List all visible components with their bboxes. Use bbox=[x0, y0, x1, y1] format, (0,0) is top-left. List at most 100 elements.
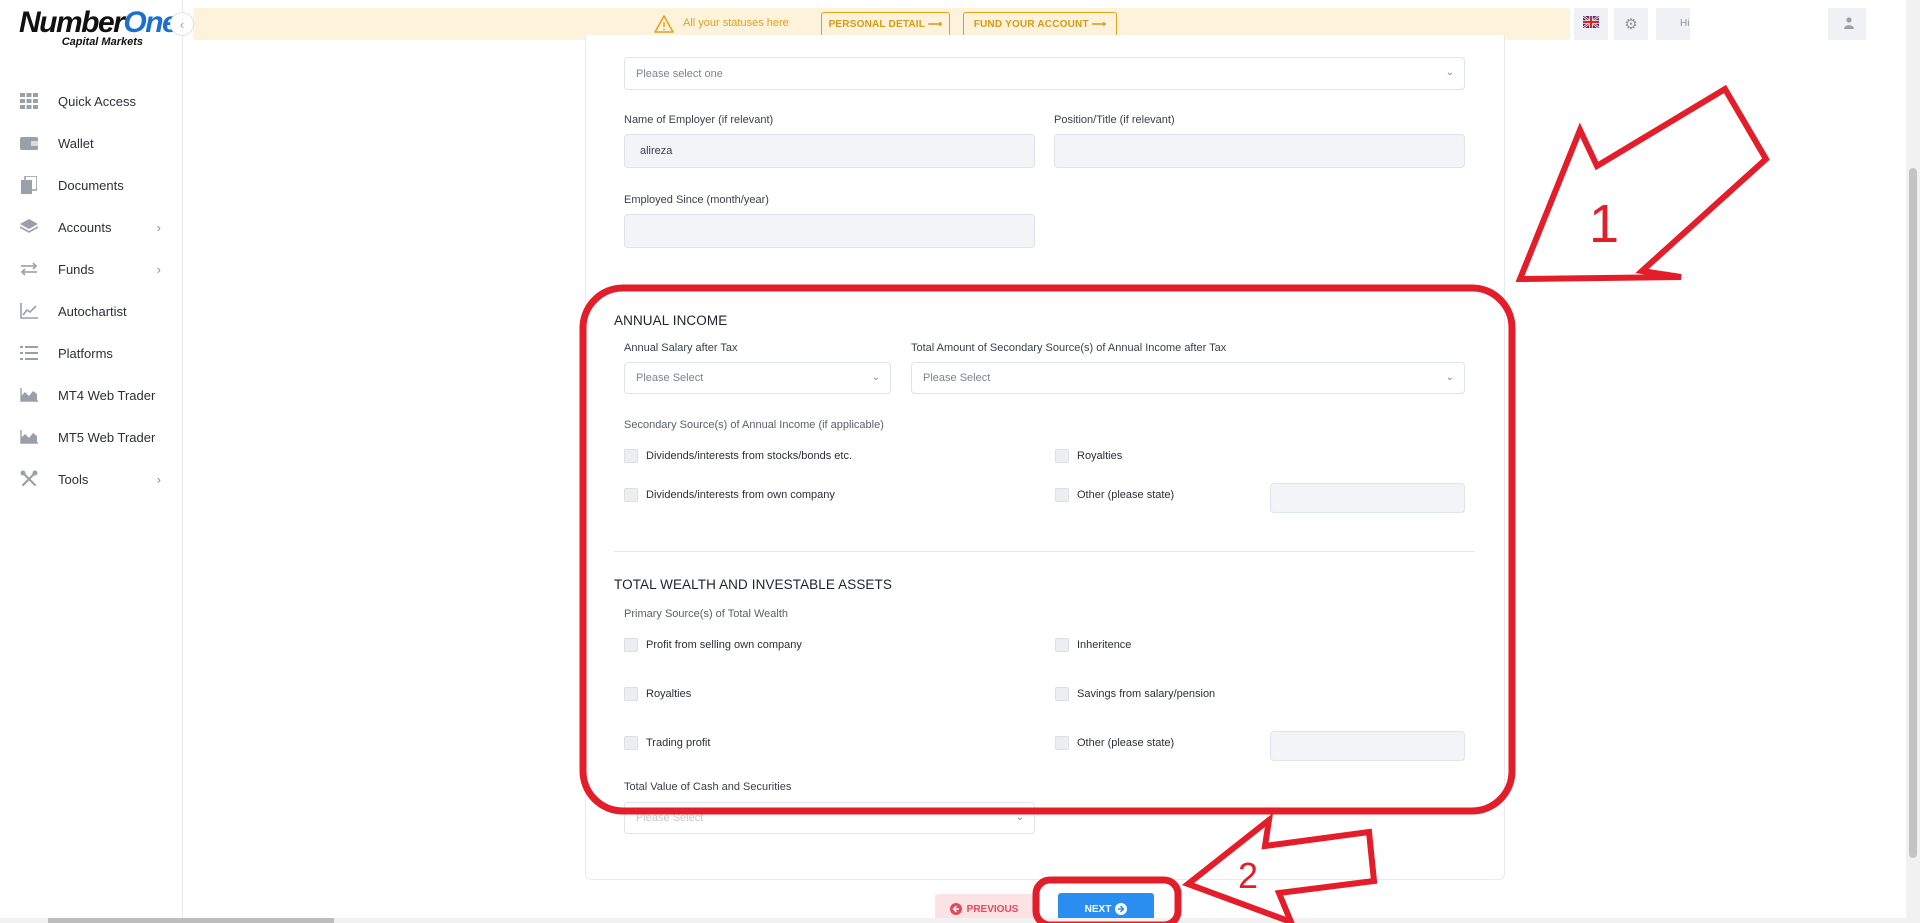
employment-status-select[interactable]: Please select one ⌄ bbox=[624, 57, 1465, 90]
trading-profit-checkbox[interactable] bbox=[624, 736, 638, 750]
sidebar-collapse-button[interactable]: ‹ bbox=[170, 12, 194, 36]
sidebar-item-label: Platforms bbox=[58, 345, 113, 361]
savings-label: Savings from salary/pension bbox=[1077, 688, 1216, 700]
other-income-input[interactable] bbox=[1270, 483, 1465, 513]
chevron-right-icon: › bbox=[156, 472, 161, 487]
selling-company-checkbox[interactable] bbox=[624, 638, 638, 652]
other-wealth-input[interactable] bbox=[1270, 731, 1465, 761]
other-wealth-label: Other (please state) bbox=[1077, 737, 1175, 749]
royalties-wealth-checkbox[interactable] bbox=[624, 687, 638, 701]
sidebar-item-wallet[interactable]: Wallet bbox=[0, 122, 183, 164]
secondary-total-select[interactable]: Please Select ⌄ bbox=[911, 362, 1465, 394]
next-label: NEXT bbox=[1084, 903, 1112, 915]
salary-label: Annual Salary after Tax bbox=[624, 342, 738, 354]
select-value: Please select one bbox=[636, 67, 723, 80]
sidebar-item-funds[interactable]: Funds › bbox=[0, 248, 183, 290]
horizontal-scrollbar[interactable] bbox=[0, 918, 1906, 923]
sidebar-item-label: Tools bbox=[58, 471, 89, 487]
annual-income-title: ANNUAL INCOME bbox=[614, 313, 728, 328]
employed-since-input[interactable] bbox=[624, 214, 1035, 248]
sidebar: NumberOne Capital Markets Quick Access W… bbox=[0, 0, 183, 923]
sidebar-item-label: Wallet bbox=[58, 135, 94, 151]
inheritence-label: Inheritence bbox=[1077, 639, 1132, 651]
sidebar-item-quick-access[interactable]: Quick Access bbox=[0, 80, 183, 122]
uk-flag-icon bbox=[1582, 15, 1600, 33]
dividends-company-checkbox[interactable] bbox=[624, 488, 638, 502]
scrollbar-thumb[interactable] bbox=[1909, 168, 1917, 858]
selling-company-label: Profit from selling own company bbox=[646, 639, 802, 651]
royalties-wealth-label: Royalties bbox=[646, 688, 692, 700]
annotation-label-1: 1 bbox=[1589, 194, 1619, 254]
inheritence-checkbox[interactable] bbox=[1055, 638, 1069, 652]
horizontal-scrollbar-thumb[interactable] bbox=[48, 918, 334, 923]
chart-line-icon bbox=[19, 302, 39, 320]
sidebar-item-label: Accounts bbox=[58, 219, 112, 235]
royalties-income-checkbox[interactable] bbox=[1055, 449, 1069, 463]
other-income-label: Other (please state) bbox=[1077, 489, 1175, 501]
total-wealth-title: TOTAL WEALTH AND INVESTABLE ASSETS bbox=[614, 577, 892, 592]
personal-detail-button[interactable]: PERSONAL DETAIL ⟶ bbox=[821, 12, 950, 37]
salary-select[interactable]: Please Select ⌄ bbox=[624, 362, 891, 394]
dividends-company-label: Dividends/interests from own company bbox=[646, 489, 835, 501]
sidebar-item-mt4-web-trader[interactable]: MT4 Web Trader bbox=[0, 374, 183, 416]
chevron-down-icon: ⌄ bbox=[1445, 372, 1454, 383]
select-value: Please Select bbox=[636, 812, 704, 824]
documents-icon bbox=[19, 176, 39, 194]
arrow-right-circle-icon bbox=[1115, 903, 1128, 915]
select-value: Please Select bbox=[923, 372, 991, 384]
sidebar-item-mt5-web-trader[interactable]: MT5 Web Trader bbox=[0, 416, 183, 458]
layers-icon bbox=[19, 218, 39, 236]
chevron-right-icon: › bbox=[156, 262, 161, 277]
brand-logo[interactable]: NumberOne Capital Markets bbox=[19, 6, 179, 52]
arrow-left-circle-icon bbox=[949, 903, 962, 915]
vertical-scrollbar[interactable] bbox=[1906, 0, 1920, 923]
wallet-icon bbox=[19, 134, 39, 152]
chevron-right-icon: › bbox=[156, 220, 161, 235]
sidebar-item-autochartist[interactable]: Autochartist bbox=[0, 290, 183, 332]
language-button[interactable] bbox=[1574, 8, 1608, 40]
sidebar-item-label: Funds bbox=[58, 261, 95, 277]
savings-checkbox[interactable] bbox=[1055, 687, 1069, 701]
dividends-stocks-label: Dividends/interests from stocks/bonds et… bbox=[646, 450, 853, 462]
status-text: All your statuses here bbox=[683, 17, 789, 29]
trading-profit-label: Trading profit bbox=[646, 737, 711, 749]
sidebar-item-label: Autochartist bbox=[58, 303, 127, 319]
other-income-checkbox[interactable] bbox=[1055, 488, 1069, 502]
section-divider bbox=[614, 551, 1475, 552]
arrow-annotation-1 bbox=[1515, 84, 1770, 283]
user-menu[interactable]: Hi, bbox=[1656, 8, 1866, 40]
other-wealth-checkbox[interactable] bbox=[1055, 736, 1069, 750]
dividends-stocks-checkbox[interactable] bbox=[624, 449, 638, 463]
gear-icon: ⚙ bbox=[1624, 16, 1638, 33]
royalties-income-label: Royalties bbox=[1077, 450, 1123, 462]
area-chart-icon bbox=[19, 428, 39, 446]
settings-button[interactable]: ⚙ bbox=[1614, 8, 1648, 40]
employer-input[interactable]: alireza bbox=[624, 134, 1035, 168]
position-input[interactable] bbox=[1054, 134, 1465, 168]
list-icon bbox=[19, 344, 39, 362]
brand-name-part1: Number bbox=[19, 6, 125, 39]
sidebar-item-tools[interactable]: Tools › bbox=[0, 458, 183, 500]
sidebar-item-accounts[interactable]: Accounts › bbox=[0, 206, 183, 248]
area-chart-icon bbox=[19, 386, 39, 404]
sidebar-item-label: MT4 Web Trader bbox=[58, 387, 156, 403]
chevron-down-icon: ⌄ bbox=[1445, 67, 1454, 78]
secondary-sources-label: Secondary Source(s) of Annual Income (if… bbox=[624, 419, 884, 431]
chevron-down-icon: ⌄ bbox=[871, 372, 880, 383]
sidebar-item-documents[interactable]: Documents bbox=[0, 164, 183, 206]
sidebar-nav: Quick Access Wallet Documents Accounts › bbox=[0, 80, 183, 500]
user-icon bbox=[1844, 17, 1854, 32]
transfer-icon bbox=[19, 260, 39, 278]
fund-your-account-button[interactable]: FUND YOUR ACCOUNT ⟶ bbox=[963, 12, 1117, 37]
sidebar-item-platforms[interactable]: Platforms bbox=[0, 332, 183, 374]
previous-label: PREVIOUS bbox=[966, 903, 1019, 915]
position-label: Position/Title (if relevant) bbox=[1054, 114, 1175, 126]
employer-value: alireza bbox=[640, 145, 673, 157]
cash-securities-select[interactable]: Please Select ⌄ bbox=[624, 802, 1035, 834]
tools-icon bbox=[19, 470, 39, 488]
employer-label: Name of Employer (if relevant) bbox=[624, 114, 774, 126]
chevron-down-icon: ⌄ bbox=[1015, 812, 1024, 823]
user-name-field bbox=[1690, 8, 1828, 40]
sidebar-item-label: Documents bbox=[58, 177, 124, 193]
chevron-left-icon: ‹ bbox=[179, 16, 185, 32]
